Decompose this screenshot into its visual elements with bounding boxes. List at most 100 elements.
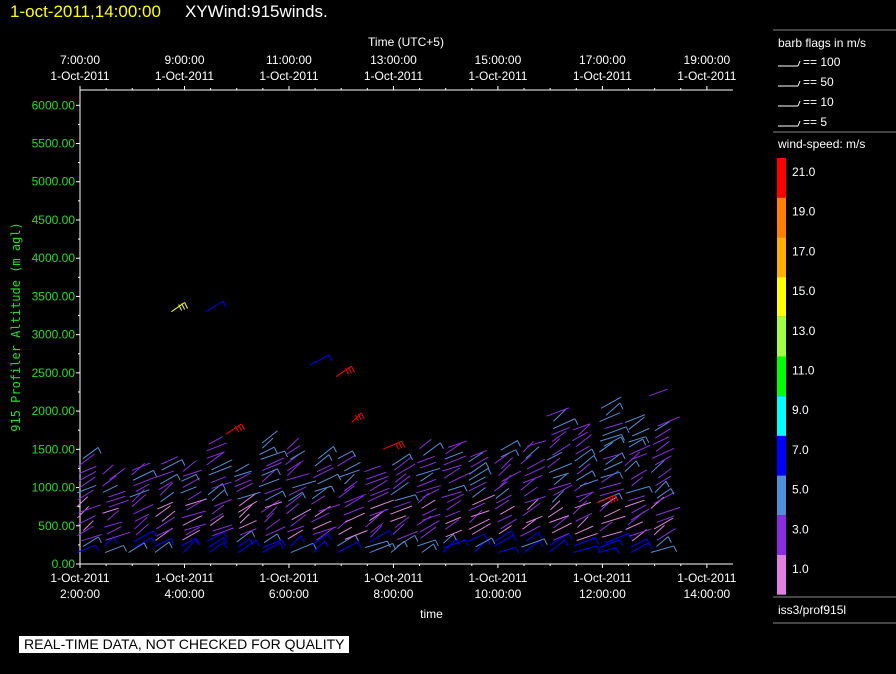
- wind-barb: [420, 526, 437, 539]
- barb-shaft: [523, 540, 541, 553]
- barb-shaft: [603, 436, 622, 447]
- barb-shaft: [235, 463, 250, 473]
- barb-shaft: [316, 527, 335, 541]
- flag-sample-barb: [797, 80, 801, 87]
- barb-shaft: [261, 437, 274, 449]
- wind-barb: [521, 538, 548, 548]
- barb-shaft: [416, 467, 441, 477]
- wind-barb: [265, 518, 281, 530]
- y-tick-label: 0.00: [52, 557, 76, 571]
- wind-barb: [292, 480, 317, 489]
- barb-shaft: [625, 486, 650, 494]
- wind-barb: [447, 484, 468, 492]
- barb-feather: [464, 539, 469, 547]
- barb-shaft: [104, 544, 124, 553]
- wind-barb: [154, 541, 173, 553]
- barb-shaft: [154, 470, 175, 478]
- wind-barb: [290, 450, 306, 460]
- barb-shaft: [630, 542, 650, 553]
- barb-shaft: [160, 491, 175, 503]
- barb-shaft: [337, 519, 349, 530]
- barb-shaft: [494, 499, 510, 510]
- wind-barb: [445, 516, 462, 525]
- wind-barb: [103, 536, 118, 547]
- wind-barb: [575, 445, 590, 455]
- barb-shaft: [546, 407, 570, 417]
- barb-shaft: [309, 354, 330, 366]
- barb-shaft: [415, 485, 442, 494]
- barb-shaft: [109, 467, 126, 480]
- barb-shaft: [630, 469, 648, 480]
- barb-shaft: [238, 539, 257, 553]
- barb-shaft: [108, 490, 126, 498]
- wind-barb: [599, 412, 621, 422]
- barb-feather: [409, 453, 413, 461]
- wind-barb: [102, 484, 118, 493]
- y-tick-label: 5000.00: [32, 175, 76, 189]
- barb-shaft: [443, 455, 467, 466]
- barb-shaft: [520, 454, 532, 465]
- wind-barb: [553, 408, 567, 422]
- wind-barb: [494, 499, 510, 510]
- wind-barb: [317, 473, 342, 485]
- barb-shaft: [422, 508, 437, 516]
- wind-barb: [344, 530, 368, 540]
- barb-feather: [414, 535, 419, 542]
- barb-feather: [491, 537, 496, 545]
- wind-barb: [78, 504, 102, 514]
- barb-shaft: [392, 453, 410, 466]
- barb-shaft: [599, 412, 621, 422]
- y-tick-label: 4000.00: [32, 251, 76, 265]
- barb-shaft: [133, 530, 154, 543]
- barb-shaft: [311, 512, 330, 523]
- wind-barb: [552, 472, 569, 479]
- barb-shaft: [649, 388, 668, 397]
- barb-shaft: [290, 535, 302, 547]
- flag-legend-label: == 10: [803, 95, 834, 109]
- y-tick-label: 3000.00: [32, 328, 76, 342]
- barb-shaft: [624, 499, 645, 508]
- barb-shaft: [600, 396, 622, 409]
- barb-shaft: [416, 455, 435, 464]
- wind-barb: [471, 523, 491, 535]
- barb-feather: [153, 470, 157, 477]
- barb-feather: [439, 442, 444, 449]
- barb-shaft: [209, 541, 225, 553]
- wind-barb: [129, 489, 150, 498]
- flags-legend-title: barb flags in m/s: [778, 36, 866, 50]
- barb-feather: [433, 543, 437, 551]
- barb-shaft: [259, 446, 275, 456]
- barb-shaft: [500, 440, 518, 451]
- wind-barb: [211, 489, 229, 501]
- wind-barb: [161, 510, 176, 522]
- y-tick-label: 5500.00: [32, 137, 76, 151]
- barb-shaft: [316, 464, 332, 472]
- speed-legend-label: 1.0: [792, 562, 809, 576]
- barb-shaft: [654, 421, 671, 432]
- wind-barb: [574, 501, 592, 509]
- barb-shaft: [500, 449, 516, 458]
- barb-shaft: [656, 536, 669, 547]
- wind-barb: [625, 486, 653, 494]
- barb-feather: [635, 460, 640, 468]
- barb-shaft: [211, 459, 233, 471]
- barb-feather: [300, 535, 305, 543]
- wind-barb: [651, 447, 675, 459]
- wind-barb: [261, 437, 274, 449]
- barb-shaft: [417, 492, 430, 504]
- x-tick-date-bottom: 1-Oct-2011: [573, 571, 632, 585]
- wind-barb: [369, 529, 393, 543]
- barb-feather: [593, 455, 598, 462]
- wind-barb: [76, 496, 89, 508]
- wind-barb: [131, 462, 151, 471]
- barb-feather: [625, 426, 630, 434]
- wind-barb: [343, 506, 364, 516]
- barb-shaft: [493, 481, 508, 492]
- wind-barb: [574, 448, 596, 462]
- barb-shaft: [238, 500, 258, 513]
- wind-barb: [526, 440, 546, 447]
- wind-barb: [316, 464, 332, 472]
- wind-barb: [497, 514, 512, 523]
- wind-barb: [605, 402, 624, 416]
- wind-barb: [102, 464, 114, 475]
